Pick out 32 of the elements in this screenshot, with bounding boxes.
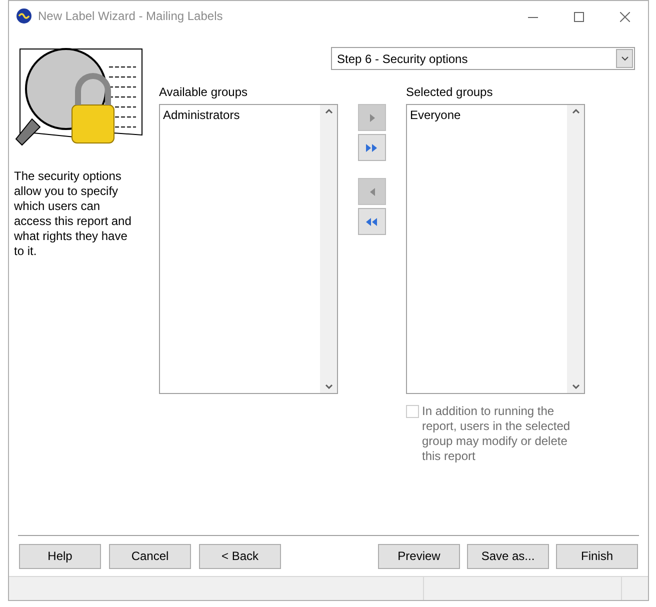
step-dropdown[interactable]: Step 6 - Security options bbox=[331, 47, 635, 70]
window-title: New Label Wizard - Mailing Labels bbox=[38, 8, 223, 25]
dialog-button[interactable]: Finish bbox=[556, 544, 638, 568]
dialog-button[interactable]: Preview bbox=[378, 544, 460, 568]
scroll-down-icon[interactable] bbox=[324, 384, 332, 389]
scrollbar[interactable] bbox=[320, 105, 337, 393]
list-item[interactable]: Everyone bbox=[410, 107, 564, 123]
selected-groups-list[interactable]: Everyone bbox=[406, 104, 585, 394]
available-groups-list[interactable]: Administrators bbox=[159, 104, 338, 394]
close-icon[interactable] bbox=[620, 12, 630, 22]
maximize-icon[interactable] bbox=[574, 12, 584, 22]
list-item[interactable]: Administrators bbox=[163, 107, 317, 123]
description-text: The security options allow you to specify which users can access this report and what rights they have to it. bbox=[14, 169, 132, 259]
right-arrow-icon bbox=[366, 142, 378, 154]
list-label: Selected groups bbox=[406, 85, 494, 99]
scrollbar[interactable] bbox=[567, 105, 584, 393]
dialog-button[interactable]: Save as... bbox=[467, 544, 549, 568]
dialog-button[interactable]: Help bbox=[19, 544, 101, 568]
chevron-down-icon bbox=[620, 56, 628, 61]
left-arrow-icon bbox=[366, 216, 378, 228]
dialog-button[interactable]: < Back bbox=[199, 544, 281, 568]
app-icon bbox=[16, 8, 32, 24]
list-label: Available groups bbox=[159, 85, 249, 99]
scroll-up-icon[interactable] bbox=[324, 109, 332, 114]
left-arrow-icon bbox=[368, 186, 376, 198]
scroll-down-icon[interactable] bbox=[572, 384, 580, 389]
dialog-button[interactable]: Cancel bbox=[109, 544, 191, 568]
right-arrow-icon bbox=[368, 112, 376, 124]
checkbox-label: In addition to running the report, users in the selected group may modify or delete this report bbox=[422, 404, 572, 464]
move-button[interactable] bbox=[358, 134, 386, 161]
move-button[interactable] bbox=[358, 208, 386, 235]
scroll-up-icon[interactable] bbox=[572, 109, 580, 114]
